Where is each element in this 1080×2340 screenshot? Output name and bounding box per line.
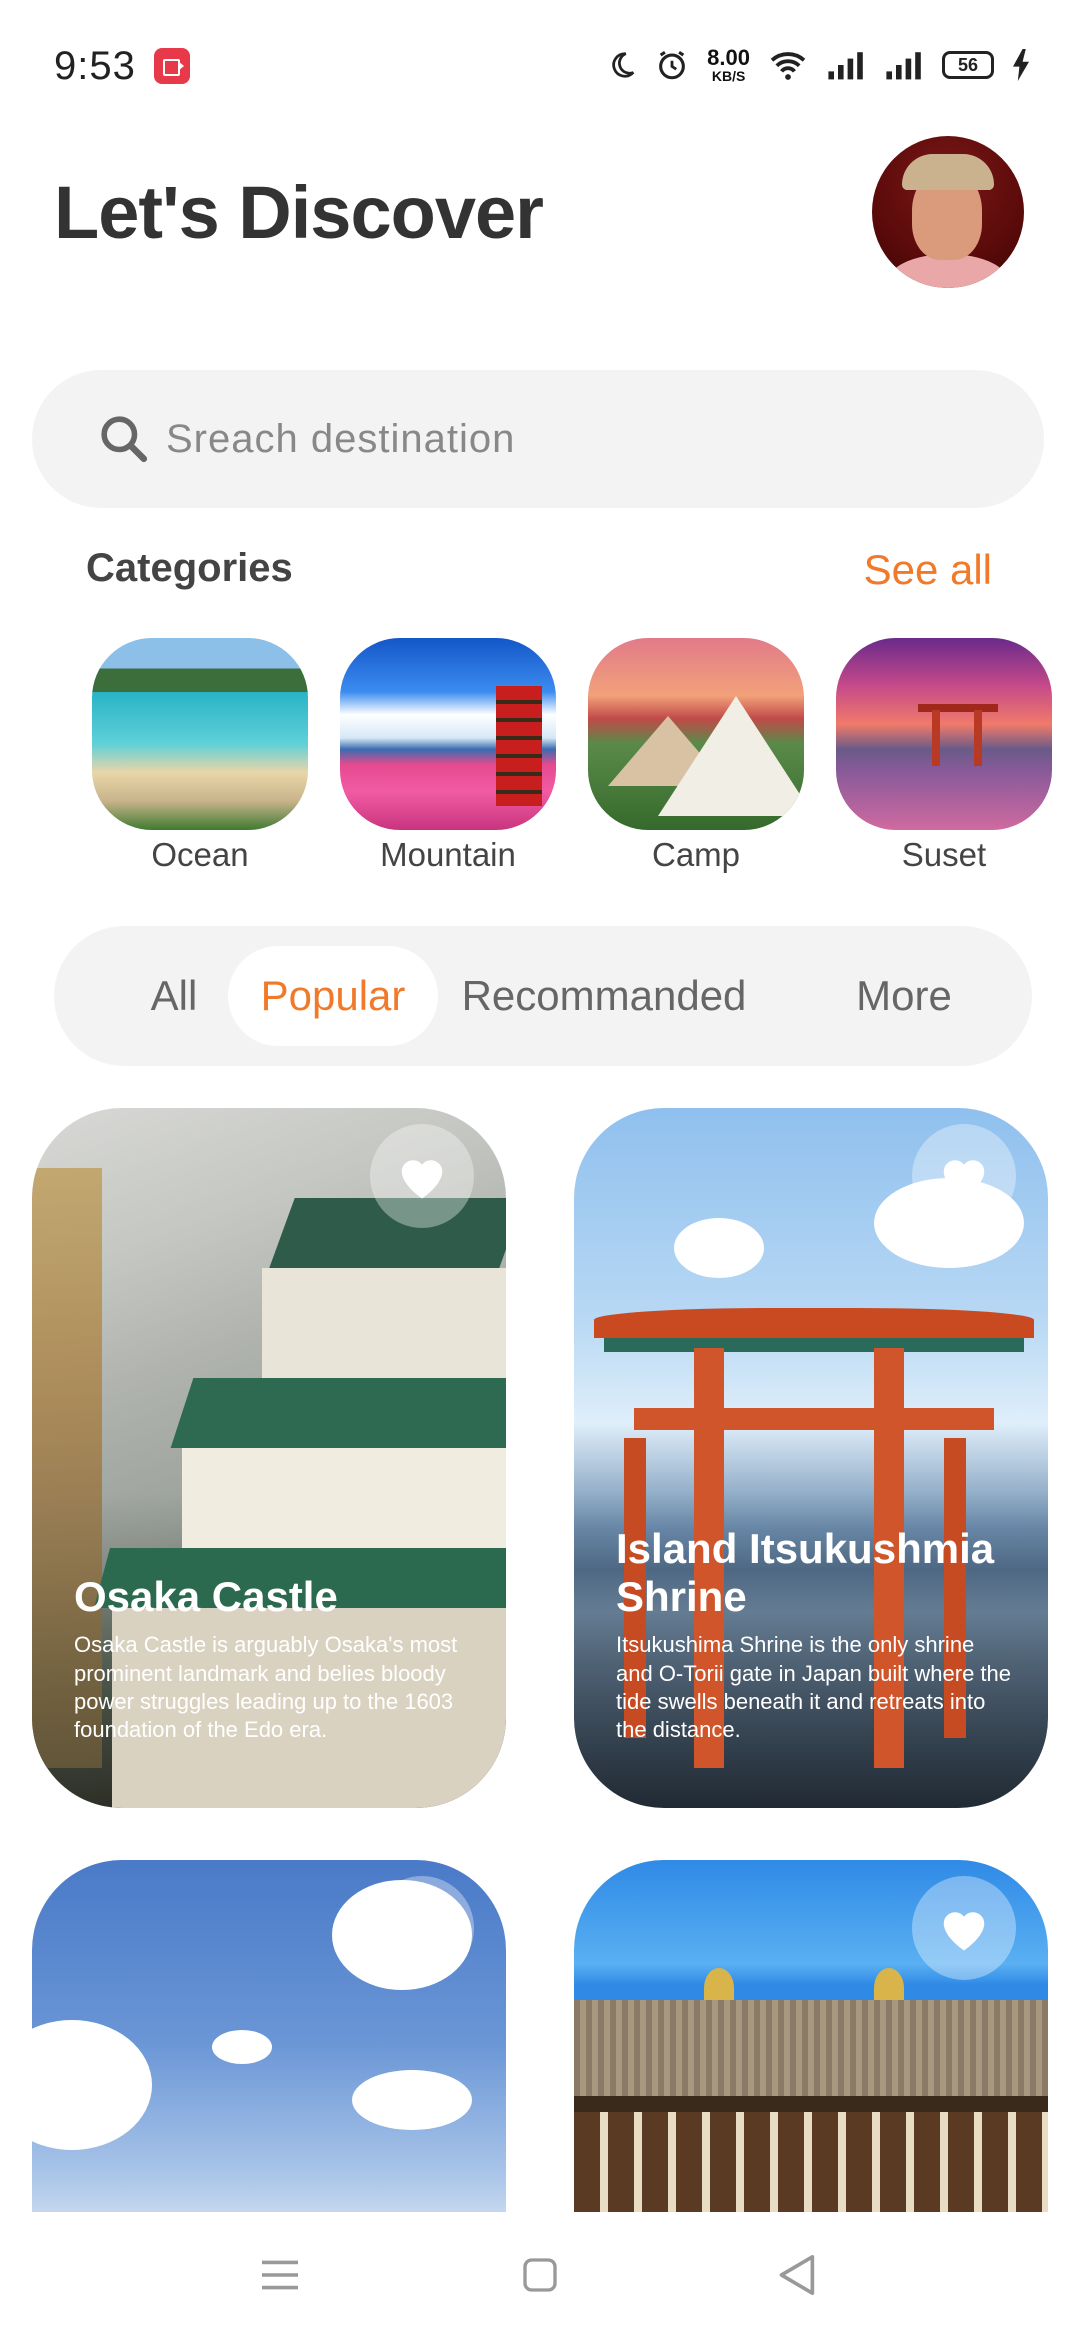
avatar[interactable]	[872, 136, 1024, 288]
place-title: Osaka Castle	[74, 1573, 338, 1621]
screen: 9:53 8.00 KB/S 56 Let's Discover Categor…	[0, 0, 1080, 2340]
card-image-torii	[634, 1408, 994, 1430]
favorite-button[interactable]	[912, 1124, 1016, 1228]
heart-icon	[943, 1160, 985, 1199]
menu-icon	[262, 2260, 298, 2290]
category-ocean[interactable]: Ocean	[92, 638, 308, 874]
signal-icon-2	[886, 52, 921, 80]
navigation-bar	[0, 2212, 1080, 2340]
category-camp-image	[588, 638, 804, 830]
favorite-button[interactable]	[912, 1876, 1016, 1980]
category-ocean-image	[92, 638, 308, 830]
place-description: Osaka Castle is arguably Osaka's most pr…	[74, 1632, 458, 1742]
back-icon	[779, 2254, 815, 2295]
tab-recommanded[interactable]: Recommanded	[454, 946, 754, 1046]
category-mountain[interactable]: Mountain	[340, 638, 556, 874]
heart-icon	[401, 1160, 443, 1199]
category-camp[interactable]: Camp	[588, 638, 804, 874]
favorite-button[interactable]	[370, 1876, 474, 1980]
nav-menu-button[interactable]	[250, 2250, 310, 2300]
place-card-osaka-castle[interactable]: Osaka Castle Osaka Castle is arguably Os…	[32, 1108, 506, 1808]
alarm-icon	[659, 50, 686, 80]
card-image-wall	[262, 1268, 506, 1388]
category-label: Camp	[651, 836, 741, 873]
heart-icon	[943, 1912, 985, 1951]
tab-popular[interactable]: Popular	[228, 946, 438, 1046]
page-title: Let's Discover	[54, 171, 544, 254]
network-speed: 8.00 KB/S	[707, 45, 750, 84]
wifi-icon	[770, 52, 806, 80]
status-time: 9:53	[54, 44, 136, 88]
card-image-cloud	[352, 2070, 472, 2130]
place-description: Itsukushima Shrine is the only shrine an…	[616, 1632, 1012, 1742]
category-label: Ocean	[151, 836, 249, 873]
status-bar: 9:53 8.00 KB/S 56	[0, 0, 1080, 130]
home-icon	[523, 2258, 557, 2292]
avatar-cap	[902, 154, 994, 190]
category-sunset[interactable]: Suset	[836, 638, 1052, 874]
card-image-cloud	[212, 2030, 272, 2064]
network-speed-unit: KB/S	[711, 68, 746, 84]
card-image-torii	[604, 1338, 1024, 1352]
signal-icon	[828, 52, 863, 80]
heart-icon	[401, 1912, 443, 1951]
card-image-cloud	[674, 1218, 764, 1278]
category-label: Mountain	[380, 836, 516, 873]
card-image-torii	[594, 1308, 1034, 1338]
category-sunset-image	[836, 638, 1052, 830]
place-title: Island Itsukushmia Shrine	[616, 1524, 995, 1621]
tab-more[interactable]: More	[824, 946, 984, 1046]
card-image-roof	[574, 2000, 1048, 2100]
category-mountain-image	[340, 638, 556, 830]
nav-back-button[interactable]	[766, 2250, 826, 2300]
card-text: Osaka Castle Osaka Castle is arguably Os…	[74, 1573, 470, 1744]
place-card-itsukushima-shrine[interactable]: Island Itsukushmia Shrine Itsukushima Sh…	[574, 1108, 1048, 1808]
network-speed-value: 8.00	[707, 45, 750, 70]
category-label: Suset	[901, 836, 987, 873]
card-image-cloud	[32, 2020, 152, 2150]
card-image-roof	[170, 1378, 506, 1448]
filter-tabs: All Popular Recommanded More	[54, 926, 1032, 1066]
status-icons: 8.00 KB/S 56	[607, 40, 1030, 90]
battery-indicator: 56	[942, 51, 994, 79]
categories-title: Categories	[86, 546, 293, 590]
favorite-button[interactable]	[370, 1124, 474, 1228]
card-text: Island Itsukushmia Shrine Itsukushima Sh…	[616, 1525, 1012, 1744]
tab-all[interactable]: All	[114, 946, 234, 1046]
search-bar[interactable]	[32, 370, 1044, 508]
moon-icon	[612, 52, 635, 78]
category-list: Ocean Mountain Camp Suset	[92, 638, 1080, 878]
search-input[interactable]	[166, 416, 946, 462]
card-image-roofline	[574, 2096, 1048, 2112]
search-icon	[101, 416, 148, 463]
nav-home-button[interactable]	[510, 2250, 570, 2300]
charging-icon	[1013, 49, 1029, 81]
see-all-link[interactable]: See all	[864, 546, 992, 594]
screen-record-icon	[154, 48, 190, 84]
